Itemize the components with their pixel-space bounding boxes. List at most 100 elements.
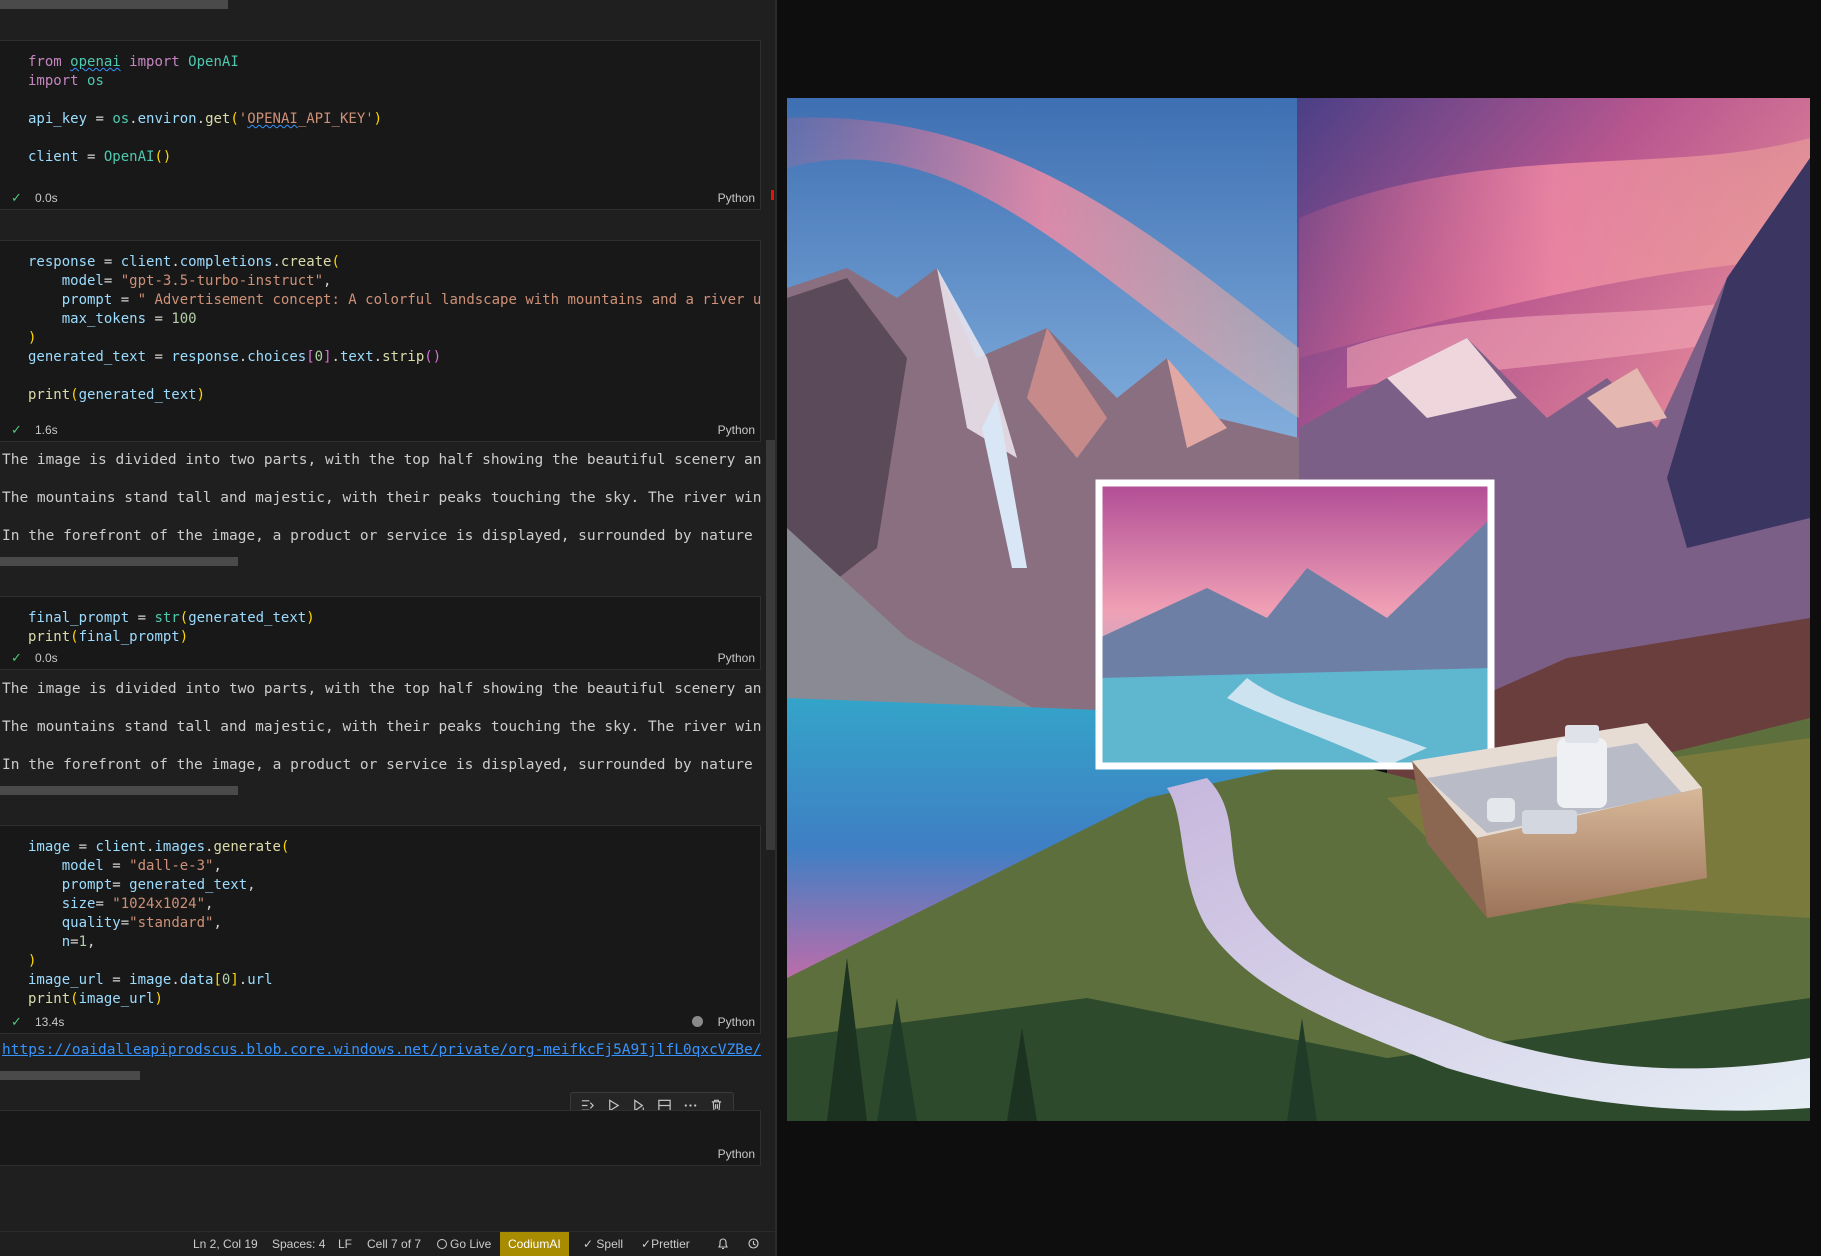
spell-button[interactable]: ✓ Spell bbox=[583, 1232, 623, 1256]
code-line[interactable]: prompt = " Advertisement concept: A colo… bbox=[28, 291, 760, 310]
code-token: os bbox=[87, 73, 104, 89]
code-line[interactable]: print(generated_text) bbox=[28, 386, 760, 405]
code-editor[interactable]: final_prompt = str(generated_text) print(… bbox=[28, 609, 760, 647]
code-editor[interactable]: response = client.completions.create( mo… bbox=[28, 253, 760, 405]
code-editor[interactable]: from openai import OpenAI import os api_ke… bbox=[28, 53, 760, 167]
code-line[interactable]: model= "gpt-3.5-turbo-instruct", bbox=[28, 272, 760, 291]
code-token: [ bbox=[213, 972, 222, 988]
code-line[interactable]: quality="standard", bbox=[28, 914, 760, 933]
code-line[interactable]: max_tokens = 100 bbox=[28, 310, 760, 329]
spell-label: Spell bbox=[596, 1237, 624, 1251]
bell-icon[interactable] bbox=[717, 1232, 729, 1256]
language-selector[interactable]: Python bbox=[718, 423, 755, 437]
go-live-button[interactable]: Go Live bbox=[437, 1232, 491, 1256]
top-horizontal-scrollbar[interactable] bbox=[0, 0, 228, 9]
code-token: = bbox=[95, 254, 121, 270]
code-line[interactable]: response = client.completions.create( bbox=[28, 253, 760, 272]
code-token: [ bbox=[306, 349, 315, 365]
code-token: print bbox=[28, 629, 71, 645]
execution-time: 0.0s bbox=[35, 651, 58, 665]
code-token: generated_text bbox=[188, 610, 307, 626]
code-line[interactable]: from openai import OpenAI bbox=[28, 53, 760, 72]
code-token: ( bbox=[70, 991, 79, 1007]
output-horizontal-scrollbar[interactable] bbox=[0, 1071, 140, 1080]
code-line[interactable]: generated_text = response.choices[0].tex… bbox=[28, 348, 760, 367]
success-check-icon: ✓ bbox=[11, 190, 22, 205]
code-token: ( bbox=[70, 387, 79, 403]
code-line[interactable]: api_key = os.environ.get('OPENAI_API_KEY… bbox=[28, 110, 760, 129]
code-cell-1[interactable]: from openai import OpenAI import os api_ke… bbox=[0, 40, 761, 210]
cell-indicator[interactable]: Cell 7 of 7 bbox=[367, 1232, 421, 1256]
code-token: . bbox=[129, 111, 138, 127]
code-line[interactable]: size= "1024x1024", bbox=[28, 895, 760, 914]
code-cell-4[interactable]: image = client.images.generate( model = … bbox=[0, 825, 761, 1034]
cursor-position[interactable]: Ln 2, Col 19 bbox=[193, 1232, 258, 1256]
code-token: image bbox=[28, 839, 71, 855]
code-line[interactable]: print(final_prompt) bbox=[28, 628, 760, 647]
code-token: , bbox=[213, 915, 222, 931]
cell-output-3: https://oaidalleapiprodscus.blob.core.wi… bbox=[0, 1036, 761, 1076]
code-line[interactable] bbox=[28, 129, 760, 148]
code-token: ] bbox=[230, 972, 239, 988]
code-token: choices bbox=[247, 349, 307, 365]
code-line[interactable]: final_prompt = str(generated_text) bbox=[28, 609, 760, 628]
code-cell-2[interactable]: response = client.completions.create( mo… bbox=[0, 240, 761, 442]
code-line[interactable]: client = OpenAI() bbox=[28, 148, 760, 167]
code-token: . bbox=[238, 972, 248, 988]
sync-icon[interactable] bbox=[747, 1232, 760, 1256]
execution-time: 13.4s bbox=[35, 1015, 65, 1029]
code-token: = bbox=[112, 292, 138, 308]
code-token: "gpt-3.5-turbo-instruct" bbox=[120, 273, 324, 289]
cell-output-1: The image is divided into two parts, wit… bbox=[0, 442, 761, 572]
success-check-icon: ✓ bbox=[11, 1014, 22, 1029]
codiumai-button[interactable]: CodiumAI bbox=[500, 1232, 569, 1256]
code-token: = bbox=[70, 839, 96, 855]
code-token: image bbox=[129, 972, 172, 988]
output-horizontal-scrollbar[interactable] bbox=[0, 557, 238, 566]
vertical-scrollbar[interactable] bbox=[766, 440, 775, 850]
code-token: ) bbox=[154, 991, 163, 1007]
code-token: , bbox=[205, 896, 214, 912]
code-line[interactable]: image = client.images.generate( bbox=[28, 838, 760, 857]
code-token: ( bbox=[280, 839, 290, 855]
code-cell-5[interactable]: Python bbox=[0, 1110, 761, 1166]
code-line[interactable]: ) bbox=[28, 952, 760, 971]
language-selector[interactable]: Python bbox=[718, 1015, 755, 1029]
code-line[interactable]: print(image_url) bbox=[28, 990, 760, 1009]
code-token: 100 bbox=[171, 311, 197, 327]
code-token: . bbox=[171, 972, 180, 988]
code-token: ) bbox=[28, 330, 37, 346]
execution-time: 1.6s bbox=[35, 423, 58, 437]
code-token: , bbox=[87, 934, 96, 950]
code-token: ) bbox=[179, 629, 189, 645]
code-token: "standard" bbox=[129, 915, 214, 931]
code-line[interactable]: model = "dall-e-3", bbox=[28, 857, 760, 876]
code-line[interactable] bbox=[28, 367, 760, 386]
output-line: The image is divided into two parts, wit… bbox=[2, 681, 761, 697]
language-selector[interactable]: Python bbox=[718, 651, 755, 665]
code-line[interactable]: import os bbox=[28, 72, 760, 91]
code-line[interactable]: image_url = image.data[0].url bbox=[28, 971, 760, 990]
code-line[interactable]: prompt= generated_text, bbox=[28, 876, 760, 895]
kernel-icon bbox=[692, 1016, 703, 1027]
code-token: data bbox=[179, 972, 214, 988]
code-editor[interactable]: image = client.images.generate( model = … bbox=[28, 838, 760, 1009]
language-selector[interactable]: Python bbox=[718, 1147, 755, 1161]
image-url-link[interactable]: https://oaidalleapiprodscus.blob.core.wi… bbox=[2, 1042, 761, 1058]
line-ending[interactable]: LF bbox=[338, 1232, 352, 1256]
code-token: prompt bbox=[61, 877, 113, 893]
code-token: OPENAI bbox=[247, 111, 298, 127]
language-selector[interactable]: Python bbox=[718, 191, 755, 205]
code-line[interactable] bbox=[28, 91, 760, 110]
broadcast-icon bbox=[437, 1239, 447, 1249]
code-token: = bbox=[87, 111, 113, 127]
output-horizontal-scrollbar[interactable] bbox=[0, 786, 238, 795]
code-cell-3[interactable]: final_prompt = str(generated_text) print(… bbox=[0, 596, 761, 670]
prettier-button[interactable]: ✓Prettier bbox=[641, 1232, 690, 1256]
code-token: _API_KEY' bbox=[297, 111, 374, 127]
code-token: client bbox=[120, 254, 172, 270]
code-line[interactable]: ) bbox=[28, 329, 760, 348]
code-line[interactable]: n=1, bbox=[28, 933, 760, 952]
indentation[interactable]: Spaces: 4 bbox=[272, 1232, 325, 1256]
